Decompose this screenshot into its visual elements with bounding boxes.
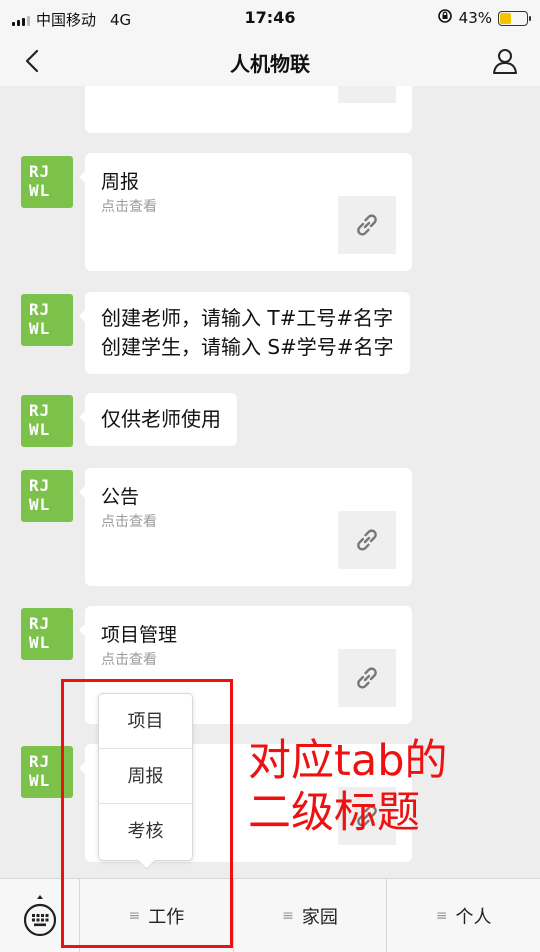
link-icon bbox=[352, 86, 382, 89]
submenu-item-weekly[interactable]: 周报 bbox=[99, 749, 192, 804]
link-thumbnail bbox=[338, 511, 396, 569]
link-thumbnail bbox=[338, 86, 396, 103]
tab-home[interactable]: ≡ 家园 bbox=[234, 879, 388, 952]
bot-avatar[interactable]: RJ WL bbox=[21, 608, 73, 660]
battery-fill bbox=[500, 12, 512, 24]
rotation-lock-icon bbox=[437, 8, 453, 28]
bot-avatar[interactable]: RJ WL bbox=[21, 470, 73, 522]
link-icon bbox=[357, 214, 377, 236]
status-bar: 中国移动 4G 17:46 43% bbox=[0, 0, 540, 36]
submenu-item-assessment[interactable]: 考核 bbox=[99, 804, 192, 859]
card-title: 项目管理 bbox=[101, 624, 178, 646]
link-icon bbox=[357, 667, 377, 689]
keyboard-toggle-button[interactable] bbox=[0, 879, 80, 952]
bot-avatar[interactable]: RJ WL bbox=[21, 156, 73, 208]
card-subtitle: 点击查看 bbox=[101, 199, 157, 215]
card-subtitle: 点击查看 bbox=[101, 652, 157, 668]
bot-avatar[interactable]: RJ WL bbox=[21, 746, 73, 798]
menu-icon: ≡ bbox=[435, 907, 448, 924]
user-profile-icon[interactable] bbox=[490, 46, 520, 76]
tab-label: 工作 bbox=[148, 906, 185, 928]
message-text-teacher-only: 仅供老师使用 bbox=[79, 393, 237, 446]
link-thumbnail bbox=[338, 196, 396, 254]
bot-avatar[interactable]: RJ WL bbox=[21, 395, 73, 447]
card-title: 公告 bbox=[101, 486, 140, 508]
message-card-weekly[interactable]: 周报 点击查看 bbox=[79, 153, 412, 271]
link-thumbnail bbox=[338, 649, 396, 707]
battery-percent: 43% bbox=[458, 9, 492, 27]
card-title: 周报 bbox=[101, 171, 140, 193]
submenu-popup: 项目 周报 考核 bbox=[98, 693, 193, 861]
tab-label: 家园 bbox=[301, 906, 338, 928]
link-icon bbox=[357, 529, 377, 551]
tab-bar: ≡ 工作 ≡ 家园 ≡ 个人 bbox=[0, 878, 540, 952]
status-right: 43% bbox=[437, 8, 531, 28]
tab-work[interactable]: ≡ 工作 bbox=[80, 879, 234, 952]
card-subtitle: 点击查看 bbox=[101, 514, 157, 530]
page-title: 人机物联 bbox=[230, 52, 310, 76]
menu-icon: ≡ bbox=[282, 907, 294, 924]
annotation-text: 对应tab的 二级标题 bbox=[248, 736, 448, 838]
message-text-create: 创建老师，请输入 T#工号#名字 创建学生，请输入 S#学号#名字 bbox=[79, 292, 410, 374]
nav-bar: 人机物联 bbox=[0, 36, 540, 86]
tab-personal[interactable]: ≡ 个人 bbox=[387, 879, 540, 952]
submenu-item-project[interactable]: 项目 bbox=[99, 694, 192, 749]
bot-avatar[interactable]: RJ WL bbox=[21, 294, 73, 346]
message-card-partial[interactable] bbox=[85, 86, 412, 133]
message-card-notice[interactable]: 公告 点击查看 bbox=[79, 468, 412, 586]
keyboard-icon bbox=[23, 894, 56, 936]
menu-icon: ≡ bbox=[128, 907, 141, 924]
tab-label: 个人 bbox=[455, 906, 492, 928]
battery-icon bbox=[498, 10, 531, 26]
